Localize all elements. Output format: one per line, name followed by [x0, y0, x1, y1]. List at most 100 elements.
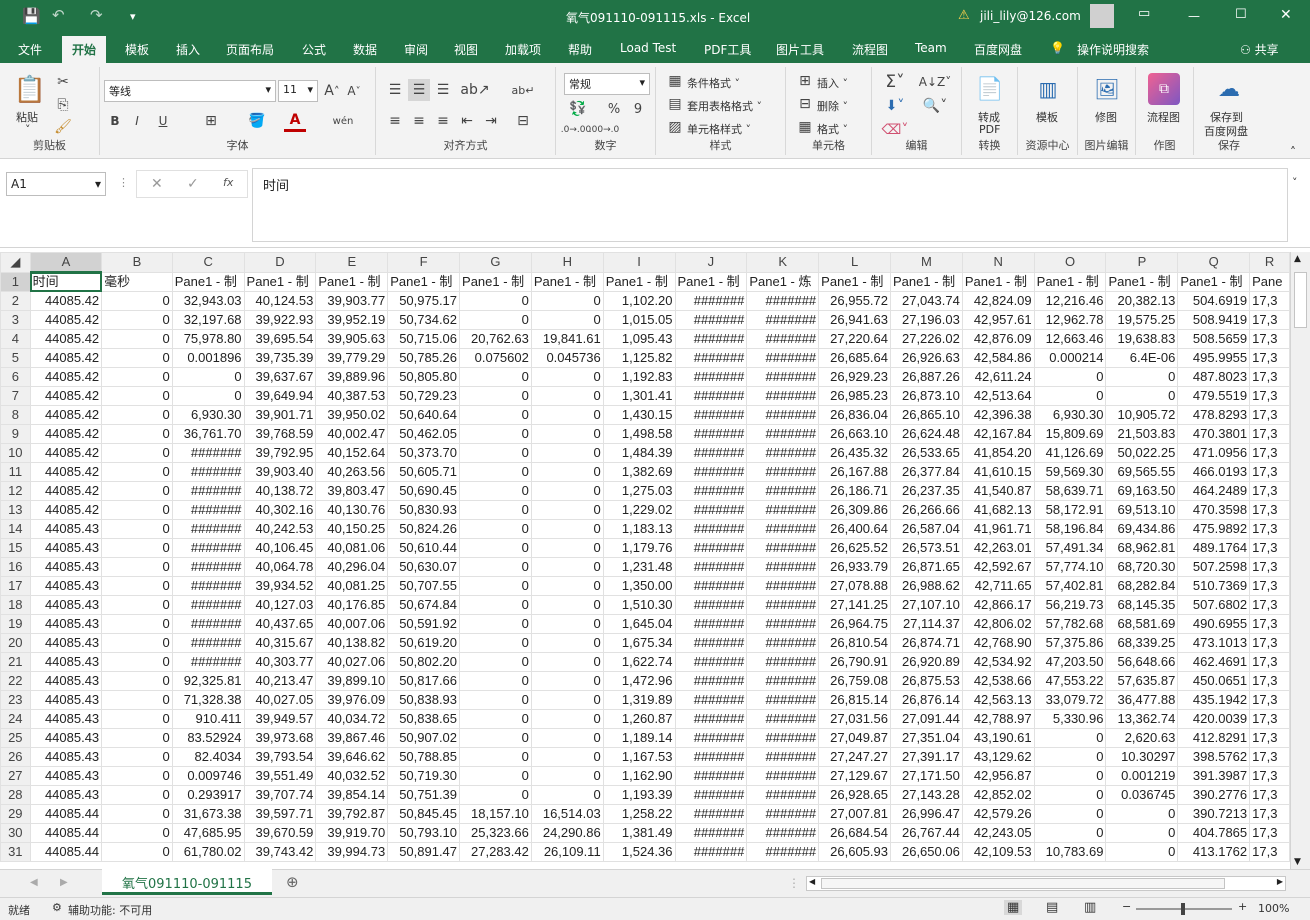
cell[interactable]: 26,400.64: [818, 519, 891, 539]
cell[interactable]: 44085.42: [29, 291, 103, 311]
cell[interactable]: 57,635.87: [1105, 671, 1179, 691]
cell[interactable]: 17,3: [1249, 842, 1290, 862]
cell[interactable]: 27,196.03: [890, 310, 963, 330]
collapse-ribbon-icon[interactable]: ˄: [1290, 145, 1296, 159]
cell[interactable]: 27,107.10: [890, 595, 963, 615]
decrease-indent-icon[interactable]: ⇤: [456, 110, 478, 132]
cell[interactable]: #######: [746, 576, 820, 596]
cell[interactable]: 1,430.15: [602, 405, 676, 425]
avatar[interactable]: [1090, 4, 1114, 28]
cell[interactable]: 0: [530, 785, 604, 805]
cell[interactable]: 0: [1105, 386, 1179, 406]
cell[interactable]: 39,901.71: [243, 405, 317, 425]
cell[interactable]: 57,782.68: [1033, 614, 1107, 634]
row-header[interactable]: 11: [0, 462, 31, 482]
cell[interactable]: #######: [746, 519, 820, 539]
tab-page-layout[interactable]: 页面布局: [226, 41, 274, 58]
cell[interactable]: Pane1 - 炼: [746, 271, 820, 292]
tab-team[interactable]: Team: [915, 41, 947, 55]
italic-button[interactable]: I: [128, 110, 146, 132]
cell[interactable]: 27,031.56: [818, 709, 891, 729]
column-header-M[interactable]: M: [890, 252, 963, 273]
cell[interactable]: 26,815.14: [818, 690, 891, 710]
horizontal-scrollbar[interactable]: ◀ ▶: [806, 876, 1286, 891]
conditional-format-button[interactable]: 条件格式 ˅: [687, 75, 740, 91]
cell[interactable]: 0: [101, 766, 173, 786]
cell[interactable]: 508.9419: [1177, 310, 1251, 330]
cell[interactable]: 44085.44: [29, 804, 103, 824]
cell[interactable]: 50,785.26: [387, 348, 461, 368]
cell[interactable]: #######: [674, 367, 748, 387]
cell[interactable]: 44085.43: [29, 633, 103, 653]
cell[interactable]: 42,806.02: [961, 614, 1035, 634]
conditional-format-icon[interactable]: ▦: [666, 72, 684, 90]
cell[interactable]: 50,707.55: [387, 576, 461, 596]
cell[interactable]: 0: [530, 576, 604, 596]
cell[interactable]: 44085.43: [29, 690, 103, 710]
bold-button[interactable]: B: [106, 110, 124, 132]
cancel-icon[interactable]: ✕: [151, 176, 163, 192]
cell[interactable]: 31,673.38: [171, 804, 245, 824]
tab-addins[interactable]: 加载项: [505, 41, 541, 58]
cell[interactable]: 42,824.09: [961, 291, 1035, 311]
ribbon-display-icon[interactable]: ▭: [1138, 6, 1150, 21]
column-header-C[interactable]: C: [171, 252, 245, 273]
cell[interactable]: 0: [459, 728, 532, 748]
cell[interactable]: 39,976.09: [315, 690, 389, 710]
cell[interactable]: Pane1 - 制: [387, 271, 461, 292]
cell[interactable]: 0: [101, 500, 173, 520]
cell[interactable]: 39,768.59: [243, 424, 317, 444]
cell[interactable]: 26,650.06: [890, 842, 963, 862]
cell[interactable]: 27,129.67: [818, 766, 891, 786]
grow-font-icon[interactable]: A ˄: [322, 81, 342, 101]
cell[interactable]: #######: [746, 424, 820, 444]
save-icon[interactable]: 💾: [22, 7, 41, 25]
cell[interactable]: 27,283.42: [459, 842, 532, 862]
normal-view-icon[interactable]: ▦: [1004, 900, 1023, 915]
cell[interactable]: 0: [101, 804, 173, 824]
cell[interactable]: 0: [459, 576, 532, 596]
cell[interactable]: Pane1 - 制: [1177, 271, 1251, 292]
cell[interactable]: 39,792.95: [243, 443, 317, 463]
cell[interactable]: 0: [530, 367, 604, 387]
cell[interactable]: 44085.43: [29, 652, 103, 672]
cell[interactable]: #######: [674, 804, 748, 824]
cell-table[interactable]: ◢ A B C D E F G H I J K L M N O P Q R 1 时间 毫秒 Pane1 - 制 Pane1 …: [0, 252, 1290, 862]
cell[interactable]: 17,3: [1249, 728, 1290, 748]
cell[interactable]: #######: [746, 386, 820, 406]
cell[interactable]: 1,484.39: [602, 443, 676, 463]
cell[interactable]: 44085.43: [29, 671, 103, 691]
cell[interactable]: 0: [101, 823, 173, 843]
tab-picture-tools[interactable]: 图片工具: [776, 41, 824, 58]
cell[interactable]: 83.52924: [171, 728, 245, 748]
cell[interactable]: 17,3: [1249, 443, 1290, 463]
cell[interactable]: #######: [674, 728, 748, 748]
cell[interactable]: 0: [530, 766, 604, 786]
cell[interactable]: #######: [674, 500, 748, 520]
cell[interactable]: 1,381.49: [602, 823, 676, 843]
cell[interactable]: 390.7213: [1177, 804, 1251, 824]
cell[interactable]: 0: [459, 481, 532, 501]
enter-icon[interactable]: ✓: [187, 176, 199, 192]
zoom-level[interactable]: 100%: [1258, 902, 1289, 915]
cell[interactable]: 0.293917: [171, 785, 245, 805]
cell[interactable]: 26,533.65: [890, 443, 963, 463]
cell[interactable]: 44085.42: [29, 329, 103, 349]
cell[interactable]: #######: [674, 329, 748, 349]
column-header-R[interactable]: R: [1249, 252, 1290, 273]
cell[interactable]: 39,899.10: [315, 671, 389, 691]
cell[interactable]: 40,032.52: [315, 766, 389, 786]
cell[interactable]: 0: [101, 785, 173, 805]
cell[interactable]: #######: [171, 462, 245, 482]
cell[interactable]: 26,996.47: [890, 804, 963, 824]
cell[interactable]: 42,167.84: [961, 424, 1035, 444]
cell[interactable]: 1,645.04: [602, 614, 676, 634]
row-header[interactable]: 1: [0, 271, 31, 292]
cell[interactable]: 1,167.53: [602, 747, 676, 767]
cell[interactable]: 20,382.13: [1105, 291, 1179, 311]
paste-dropdown-icon[interactable]: ˅: [25, 123, 31, 136]
cell[interactable]: 17,3: [1249, 690, 1290, 710]
tab-help[interactable]: 帮助: [568, 41, 592, 58]
cell[interactable]: #######: [674, 310, 748, 330]
cell[interactable]: 6.4E-06: [1105, 348, 1179, 368]
